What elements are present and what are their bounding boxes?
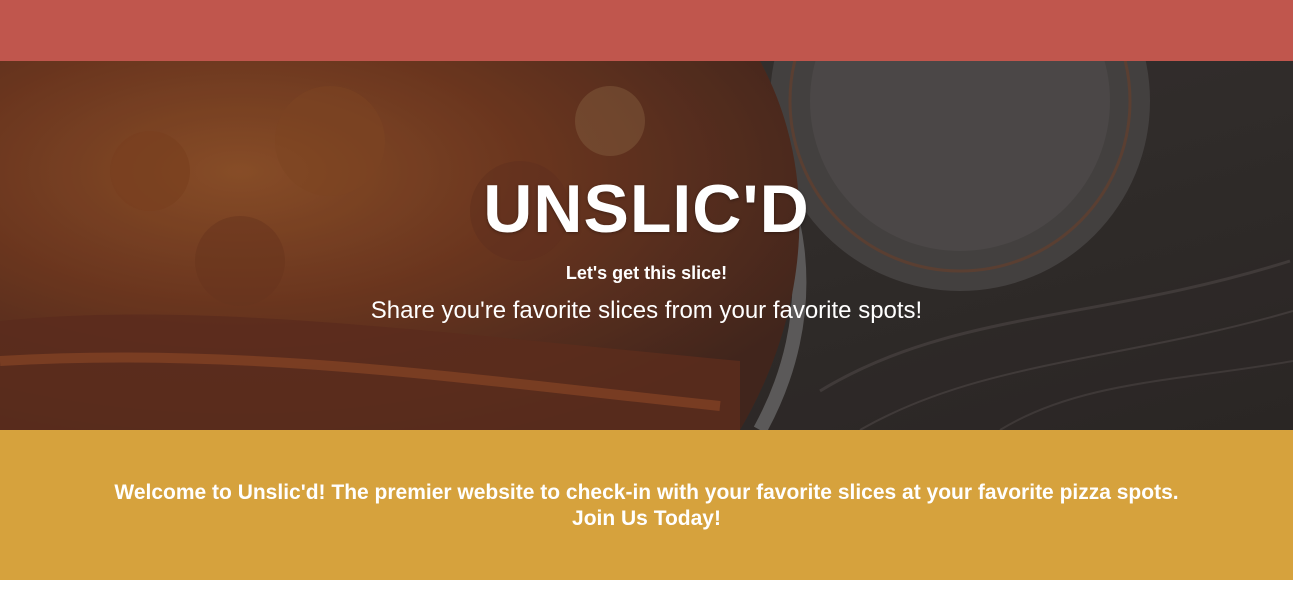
page-footer-space — [0, 580, 1293, 616]
welcome-line-intro: Welcome to Unslic'd! The premier website… — [114, 481, 1179, 504]
hero-subtitle: Share you're favorite slices from your f… — [370, 297, 923, 324]
welcome-message: Welcome to Unslic'd! The premier website… — [0, 480, 1293, 532]
top-nav-bar — [0, 0, 1293, 61]
site-title: UNSLIC'D — [483, 171, 810, 247]
welcome-band: Welcome to Unslic'd! The premier website… — [0, 430, 1293, 580]
hero-tagline: Let's get this slice! — [565, 263, 728, 283]
join-us-text: Join Us Today! — [572, 507, 721, 530]
hero-banner: UNSLIC'D Let's get this slice! Share you… — [0, 61, 1293, 430]
